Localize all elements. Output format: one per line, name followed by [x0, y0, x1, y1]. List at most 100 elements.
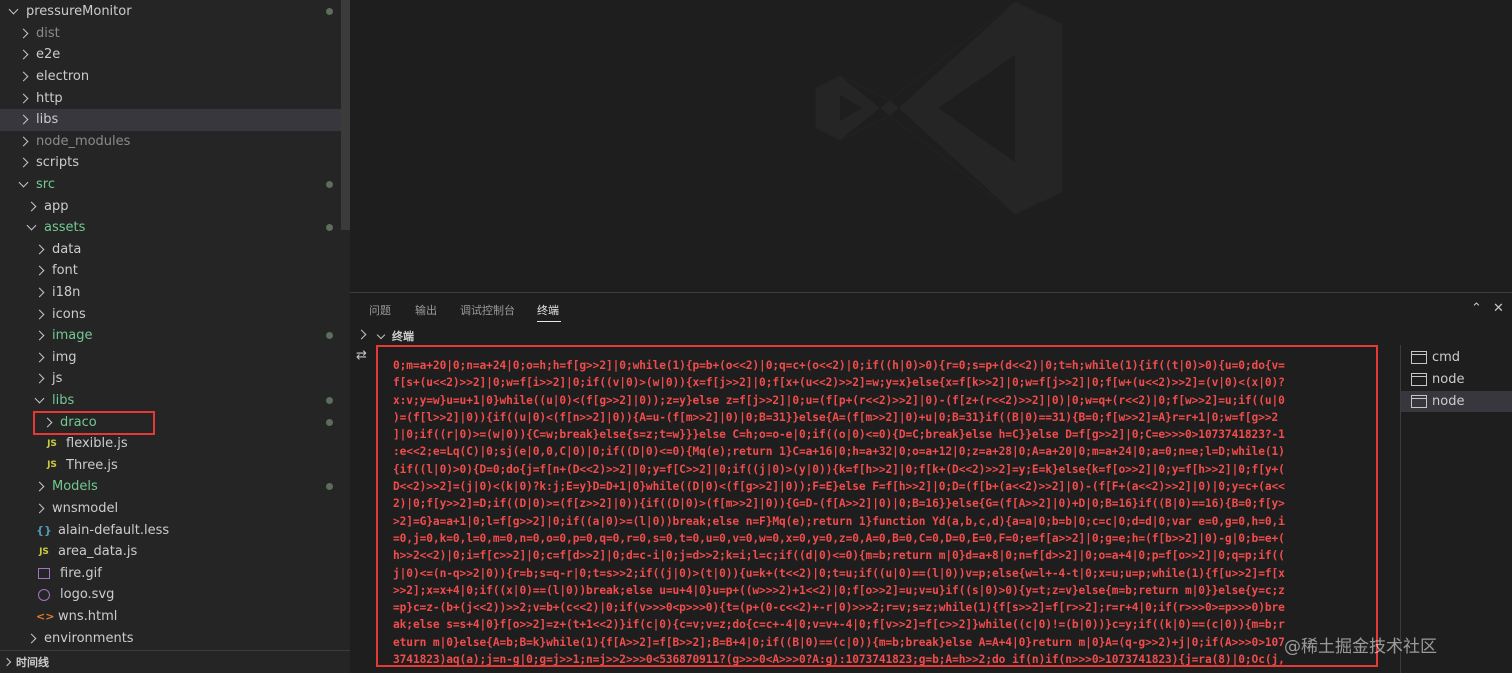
chevron-right-icon[interactable] [356, 329, 367, 340]
tree-folder-http[interactable]: http [0, 87, 341, 109]
tree-folder-image[interactable]: image [0, 325, 341, 347]
tab-output[interactable]: 输出 [415, 302, 437, 318]
js-file-icon: JS [39, 546, 49, 557]
terminal-line: 2)|0;f[y>>2]=D;if((D|0)>=(f[z>>2]|0)){if… [393, 497, 1285, 511]
tree-item-label: environments [44, 630, 134, 646]
tree-file-area-data-js[interactable]: JS area_data.js [0, 541, 341, 563]
tab-terminal[interactable]: 终端 [537, 302, 559, 318]
tree-item-label: icons [52, 306, 86, 322]
chevron-right-icon [26, 201, 37, 212]
terminal-line: h>>2<<2)|0;i=f[c>>2]|0;c=f[d>>2]|0;d=c-i… [393, 549, 1285, 563]
terminal-icon [1411, 395, 1427, 408]
terminal-output[interactable]: 0;m=a+20|0;n=a+24|0;o=h;h=f[g>>2]|0;whil… [376, 345, 1378, 667]
terminal-section-header[interactable]: 终端 [376, 328, 414, 344]
terminal-line: >>2];x=x+4|0;if((x|0)==(l|0))break;else … [393, 583, 1285, 597]
chevron-right-icon [34, 244, 45, 255]
html-file-icon: <> [36, 610, 55, 624]
terminal-line: ]|0;if((r|0)>=(w|0)){C=w;break}else{s=z;… [393, 428, 1285, 442]
tree-folder-i18n[interactable]: i18n [0, 282, 341, 304]
chevron-up-icon[interactable]: ⌃ [1471, 301, 1482, 316]
terminal-instance-label: cmd [1432, 350, 1461, 365]
terminal-line: 3741823)aq(a);j=n-g|0;g=j>>1;n=j>>2>>>0<… [393, 653, 1285, 667]
vscode-logo-icon [815, 1, 1063, 215]
tree-folder-assets[interactable]: assets [0, 217, 341, 239]
tree-folder-e2e[interactable]: e2e [0, 44, 341, 66]
tree-file-alain-default-less[interactable]: {} alain-default.less [0, 519, 341, 541]
tree-item-label: data [52, 241, 82, 257]
terminal-line: f[s+(u<<2)>>2]|0;w=f[i>>2]|0;if((v|0)>(w… [393, 376, 1285, 390]
chevron-down-icon [26, 220, 37, 231]
tree-folder-models[interactable]: Models [0, 476, 341, 498]
chevron-right-icon [18, 50, 29, 60]
tree-folder-libs[interactable]: libs [0, 390, 341, 412]
git-status-dot [326, 181, 333, 189]
tree-file-wns-html[interactable]: <> wns.html [0, 606, 341, 628]
tree-file-three-js[interactable]: JS Three.js [0, 455, 341, 477]
terminal-instance-cmd[interactable]: cmd [1401, 347, 1512, 368]
tree-item-label: js [52, 371, 63, 387]
tree-folder-electron[interactable]: electron [0, 66, 341, 88]
tree-folder-scripts[interactable]: scripts [0, 152, 341, 174]
tree-file-logo-svg[interactable]: logo.svg [0, 584, 341, 606]
split-terminal-icon[interactable]: ⇄ [356, 348, 367, 363]
chevron-right-icon [18, 136, 29, 147]
tree-item-label: area_data.js [58, 544, 138, 560]
tree-folder-src[interactable]: src [0, 174, 341, 196]
tree-folder-dist[interactable]: dist [0, 23, 341, 45]
tree-file-fire-gif[interactable]: fire.gif [0, 563, 341, 585]
chevron-right-icon [34, 352, 45, 363]
tab-problems[interactable]: 问题 [369, 302, 391, 318]
tree-folder-font[interactable]: font [0, 260, 341, 282]
terminal-line: D<<2)>>2]=(j|0)<(k|0)?k:j;E=y}D=D+1|0}wh… [393, 480, 1285, 494]
terminal-line: :e<<2;e=Lq(C)|0;sj(e|0,0,C|0)|0;if((D|0)… [393, 445, 1285, 459]
terminal-section-title: 终端 [392, 330, 414, 343]
terminal-instance-label: node [1432, 372, 1465, 387]
chevron-right-icon [34, 309, 45, 320]
chevron-right-icon [2, 657, 12, 667]
chevron-right-icon [18, 71, 29, 82]
terminal-line: ak;else s=s+4|0}f[o>>2]=z+(t+1<<2)}if(c|… [393, 618, 1285, 632]
tree-item-label: e2e [36, 47, 61, 63]
terminal-line: >2]=G}a=a+1|0;l=f[g>>2]|0;if((a|0)>=(l|0… [393, 514, 1285, 528]
tree-folder-environments[interactable]: environments [0, 627, 341, 649]
chevron-right-icon [18, 28, 29, 39]
tree-folder-node-modules[interactable]: node_modules [0, 131, 341, 153]
tree-item-label: image [52, 328, 93, 344]
terminal-line: eturn m|0}else{A=b;B=k}while(1){f[A>>2]=… [393, 635, 1285, 649]
terminal-line: j|0)<=(n-q>>2|0)){r=b;s=q-r|0;t=s>>2;if(… [393, 566, 1285, 580]
tree-folder-data[interactable]: data [0, 239, 341, 261]
tree-item-label: Three.js [66, 457, 118, 473]
close-icon[interactable]: ✕ [1493, 301, 1504, 316]
git-status-dot [326, 483, 333, 491]
terminal-instance-node[interactable]: node [1401, 369, 1512, 390]
terminal-instance-node[interactable]: node [1401, 391, 1512, 412]
git-status-dot [326, 418, 333, 426]
terminal-icon [1411, 351, 1427, 364]
watermark-text: @稀土掘金技术社区 [1284, 637, 1437, 657]
terminal-line: =p}c=z-(b+(j<<2))>>2;v=b+(c<<2)|0;if(v>>… [393, 601, 1285, 615]
js-file-icon: JS [47, 438, 57, 449]
tree-file-flexible-js[interactable]: JS flexible.js [0, 433, 341, 455]
tree-folder-libs[interactable]: libs [0, 109, 341, 131]
tree-item-label: flexible.js [66, 436, 128, 452]
timeline-section-header[interactable]: 时间线 [0, 650, 350, 673]
svg-file-icon [38, 588, 50, 601]
tree-folder-pressuremonitor[interactable]: pressureMonitor [0, 1, 341, 23]
tree-folder-app[interactable]: app [0, 195, 341, 217]
tree-folder-wnsmodel[interactable]: wnsmodel [0, 498, 341, 520]
tree-item-label: fire.gif [60, 565, 102, 581]
tree-item-label: dist [36, 25, 60, 41]
tree-folder-img[interactable]: img [0, 347, 341, 369]
tree-folder-js[interactable]: js [0, 368, 341, 390]
chevron-right-icon [34, 374, 45, 384]
tree-item-label: electron [36, 69, 90, 85]
explorer-scrollbar[interactable] [341, 0, 350, 230]
tree-item-label: libs [52, 393, 75, 409]
chevron-right-icon [26, 633, 37, 644]
tree-folder-icons[interactable]: icons [0, 303, 341, 325]
tab-debug-console[interactable]: 调试控制台 [460, 302, 515, 318]
chevron-right-icon [18, 93, 29, 104]
tree-item-label: node_modules [36, 133, 131, 149]
tree-item-label: src [36, 177, 55, 193]
tree-item-label: logo.svg [60, 587, 115, 603]
